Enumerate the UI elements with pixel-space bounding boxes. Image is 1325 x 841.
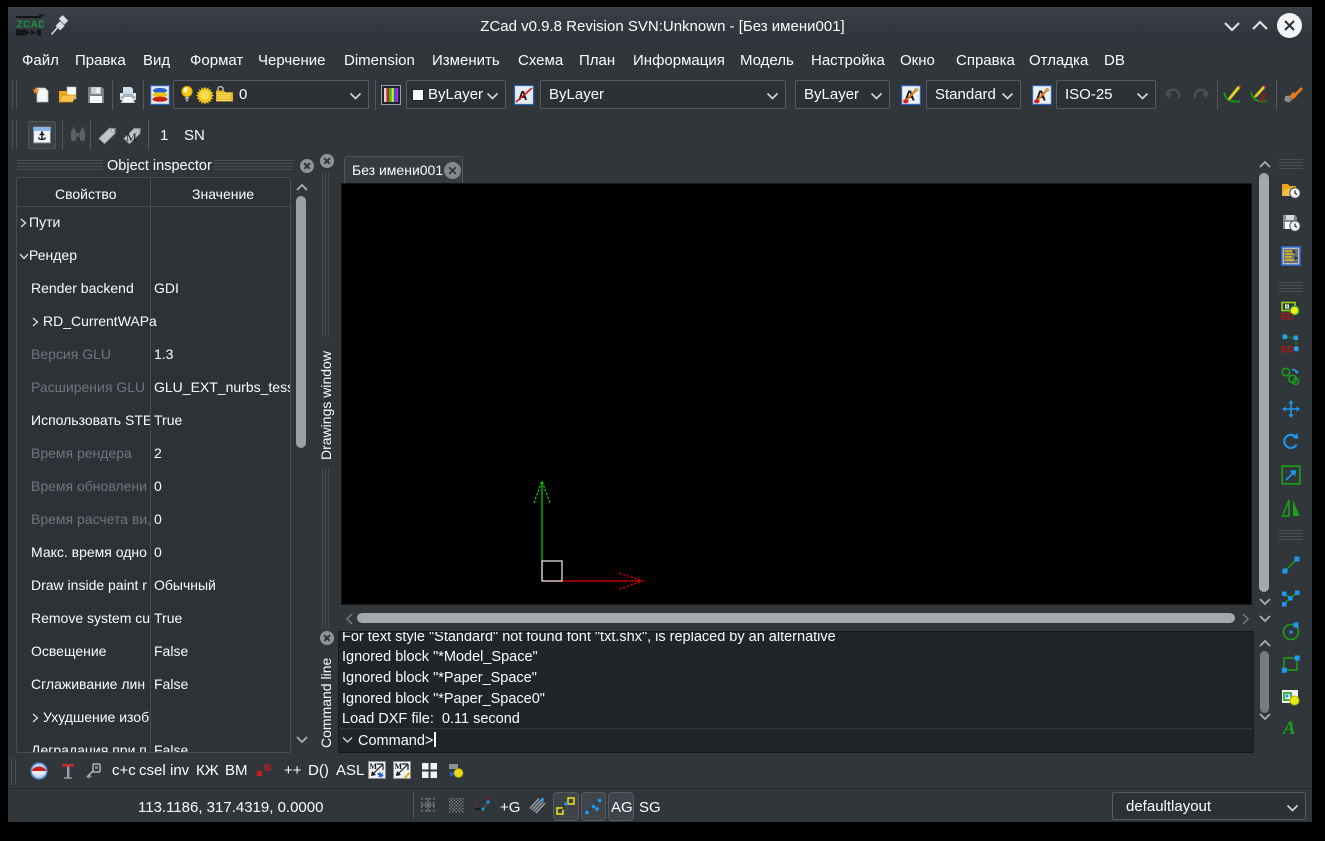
svg-text:ED: ED [1281, 312, 1294, 321]
svg-text:M: M [370, 762, 378, 771]
svg-text:2: 2 [475, 803, 479, 809]
svg-text:M: M [395, 762, 403, 771]
svg-text:M: M [126, 130, 137, 144]
svg-text:R: R [266, 766, 270, 772]
svg-text:Z: Z [1258, 91, 1267, 105]
svg-text:2: 2 [487, 797, 491, 803]
svg-text:ED: ED [1281, 345, 1294, 354]
